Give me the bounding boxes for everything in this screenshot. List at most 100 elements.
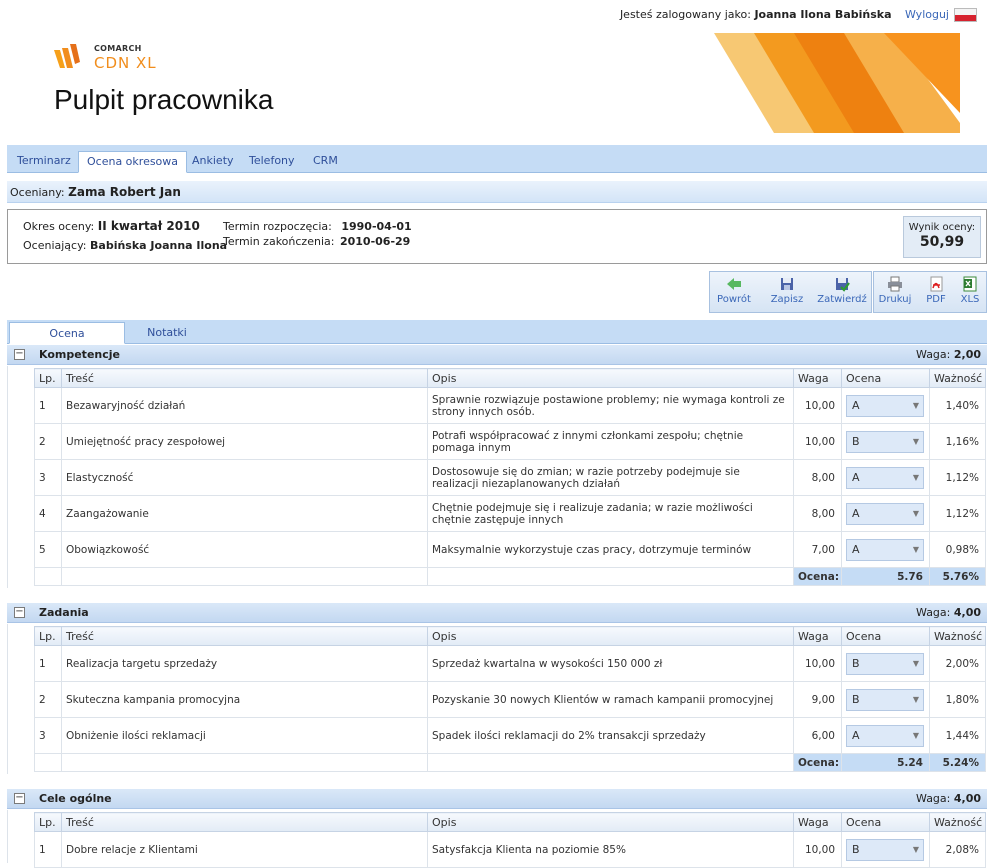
xls-button[interactable]: XLS <box>956 276 984 305</box>
logo-product: CDN XL <box>94 54 157 72</box>
score-box: Wynik oceny: 50,99 <box>903 216 981 258</box>
pdf-label: PDF <box>926 294 946 305</box>
col-ocena[interactable]: Ocena <box>841 626 930 646</box>
table-row[interactable]: 2 Skuteczna kampania promocyjna Pozyskan… <box>34 681 986 718</box>
logo-brand: COMARCH <box>94 44 142 53</box>
save-label: Zapisz <box>770 294 804 305</box>
col-ocena[interactable]: Ocena <box>841 812 930 832</box>
summary-value: 5.76 <box>841 567 930 586</box>
table-row[interactable]: 2 Umiejętność pracy zespołowej Potrafi w… <box>34 423 986 460</box>
back-label: Powrót <box>717 294 751 305</box>
grade-select[interactable]: A ▼ <box>846 466 924 489</box>
score-label: Wynik oceny: <box>908 222 976 233</box>
grade-select[interactable]: A ▼ <box>846 538 924 561</box>
table-row[interactable]: 1 Bezawaryjność działań Sprawnie rozwiąz… <box>34 387 986 424</box>
evaluated-label: Oceniany: <box>10 186 65 199</box>
period-value: II kwartał 2010 <box>97 219 200 233</box>
grade-select[interactable]: A ▼ <box>846 394 924 417</box>
section-name: Zadania <box>39 606 89 619</box>
toolbar-actions: Powrót Zapisz Zatwierdź <box>709 271 872 313</box>
col-lp[interactable]: Lp. <box>34 812 62 832</box>
grade-select[interactable]: A ▼ <box>846 724 924 747</box>
table-row[interactable]: 3 Obniżenie ilości reklamacji Spadek ilo… <box>34 717 986 754</box>
grade-select[interactable]: B ▼ <box>846 688 924 711</box>
grade-select[interactable]: B ▼ <box>846 838 924 861</box>
col-opis[interactable]: Opis <box>427 626 794 646</box>
section-name: Kompetencje <box>39 348 120 361</box>
table-cele-ogolne: Lp. Treść Opis Waga Ocena Ważność 1 Dobr… <box>34 812 986 868</box>
evaluated-name: Zama Robert Jan <box>68 185 181 199</box>
section-weight: Waga: 4,00 <box>916 606 981 619</box>
pdf-button[interactable]: PDF <box>922 276 950 305</box>
tab-ocena[interactable]: Ocena <box>9 322 125 344</box>
col-lp[interactable]: Lp. <box>34 368 62 388</box>
save-button[interactable]: Zapisz <box>770 276 804 305</box>
grade-select[interactable]: A ▼ <box>846 502 924 525</box>
section-name: Cele ogólne <box>39 792 112 805</box>
header-banner-graphic <box>654 33 960 133</box>
approve-button[interactable]: Zatwierdź <box>814 276 870 305</box>
table-header-row: Lp. Treść Opis Waga Ocena Ważność <box>34 368 986 388</box>
sub-tab-bar: Ocena Notatki <box>7 320 987 344</box>
col-waga[interactable]: Waga <box>793 812 842 832</box>
section-weight: Waga: 4,00 <box>916 792 981 805</box>
score-value: 50,99 <box>919 234 965 250</box>
excel-icon <box>963 276 977 292</box>
toolbar-export: Drukuj PDF XLS <box>873 271 987 313</box>
print-button[interactable]: Drukuj <box>878 276 912 305</box>
grade-select[interactable]: B ▼ <box>846 652 924 675</box>
approve-label: Zatwierdź <box>817 294 867 305</box>
col-tresc[interactable]: Treść <box>61 368 428 388</box>
table-kompetencje: Lp. Treść Opis Waga Ocena Ważność 1 Beza… <box>34 368 986 586</box>
col-waznosc[interactable]: Ważność <box>929 626 986 646</box>
summary-label: Ocena: <box>793 753 842 772</box>
table-header-row: Lp. Treść Opis Waga Ocena Ważność <box>34 626 986 646</box>
table-header-row: Lp. Treść Opis Waga Ocena Ważność <box>34 812 986 832</box>
grade-select[interactable]: B ▼ <box>846 430 924 453</box>
table-row[interactable]: 1 Dobre relacje z Klientami Satysfakcja … <box>34 831 986 868</box>
tab-terminarz[interactable]: Terminarz <box>9 151 79 173</box>
main-tab-bar: Terminarz Ocena okresowa Ankiety Telefon… <box>7 145 987 173</box>
user-name: Joanna Ilona Babińska <box>754 8 892 21</box>
tab-ankiety[interactable]: Ankiety <box>184 151 242 173</box>
table-row[interactable]: 1 Realizacja targetu sprzedaży Sprzedaż … <box>34 645 986 682</box>
col-ocena[interactable]: Ocena <box>841 368 930 388</box>
login-info: Jesteś zalogowany jako: Joanna Ilona Bab… <box>620 8 949 21</box>
xls-label: XLS <box>960 294 980 305</box>
printer-icon <box>888 276 902 292</box>
logout-link[interactable]: Wyloguj <box>905 8 949 21</box>
col-tresc[interactable]: Treść <box>61 812 428 832</box>
end-date-label: Termin zakończenia: <box>223 235 335 248</box>
table-row[interactable]: 4 Zaangażowanie Chętnie podejmuje się i … <box>34 495 986 532</box>
collapse-icon[interactable]: − <box>14 607 25 618</box>
col-waga[interactable]: Waga <box>793 626 842 646</box>
back-button[interactable]: Powrót <box>716 276 752 305</box>
floppy-disk-icon <box>781 278 793 290</box>
evaluated-person-bar: Oceniany: Zama Robert Jan <box>7 181 987 203</box>
collapse-icon[interactable]: − <box>14 349 25 360</box>
period-label: Okres oceny: <box>23 220 95 233</box>
col-waznosc[interactable]: Ważność <box>929 812 986 832</box>
section-header-kompetencje: − Kompetencje Waga: 2,00 <box>7 345 987 365</box>
tab-crm[interactable]: CRM <box>305 151 346 173</box>
tab-notatki[interactable]: Notatki <box>127 322 207 344</box>
section-header-cele-ogolne: − Cele ogólne Waga: 4,00 <box>7 789 987 809</box>
end-date-value: 2010-06-29 <box>339 235 411 248</box>
col-opis[interactable]: Opis <box>427 812 794 832</box>
polish-flag-icon[interactable] <box>954 8 977 22</box>
login-prefix: Jesteś zalogowany jako: <box>619 8 751 21</box>
col-waga[interactable]: Waga <box>793 368 842 388</box>
col-opis[interactable]: Opis <box>427 368 794 388</box>
table-row[interactable]: 3 Elastyczność Dostosowuje się do zmian;… <box>34 459 986 496</box>
tab-telefony[interactable]: Telefony <box>241 151 303 173</box>
col-waznosc[interactable]: Ważność <box>929 368 986 388</box>
collapse-icon[interactable]: − <box>14 793 25 804</box>
col-tresc[interactable]: Treść <box>61 626 428 646</box>
back-arrow-icon <box>727 278 741 290</box>
page-title: Pulpit pracownika <box>54 84 274 115</box>
top-bar: Jesteś zalogowany jako: Joanna Ilona Bab… <box>0 0 991 30</box>
print-label: Drukuj <box>878 294 912 305</box>
col-lp[interactable]: Lp. <box>34 626 62 646</box>
tab-ocena-okresowa[interactable]: Ocena okresowa <box>78 151 188 173</box>
table-row[interactable]: 5 Obowiązkowość Maksymalnie wykorzystuje… <box>34 531 986 568</box>
